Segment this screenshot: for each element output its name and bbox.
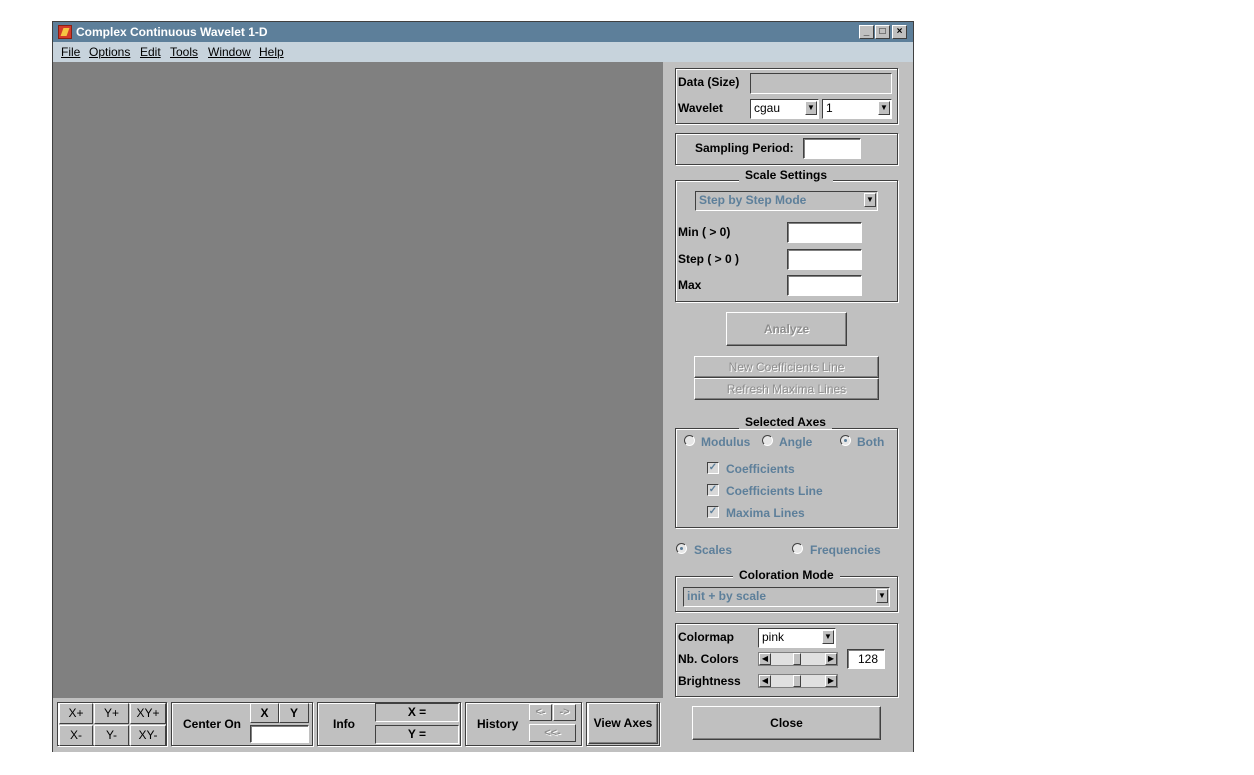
colormap-label: Colormap bbox=[678, 630, 735, 644]
bottom-toolbar: X+ Y+ XY+ X- Y- XY- Center On X Y Info X… bbox=[53, 698, 663, 752]
control-panel: Data (Size) Wavelet cgau ▼ 1 ▼ Sampling … bbox=[663, 62, 913, 752]
nb-colors-slider-thumb[interactable] bbox=[793, 653, 801, 665]
colormap-value: pink bbox=[762, 630, 785, 644]
scale-mode-select[interactable]: Step by Step Mode ▼ bbox=[695, 191, 878, 211]
nb-colors-slider[interactable]: ◀ ▶ bbox=[758, 652, 838, 666]
step-label: Step ( > 0 ) bbox=[678, 252, 740, 266]
zoom-y-minus-button[interactable]: Y- bbox=[94, 725, 129, 746]
radio-frequencies-label: Frequencies bbox=[810, 543, 881, 557]
wavelet-family-select[interactable]: cgau ▼ bbox=[750, 99, 819, 119]
coloration-select[interactable]: init + by scale ▼ bbox=[683, 587, 890, 607]
zoom-y-plus-button[interactable]: Y+ bbox=[94, 703, 129, 724]
wavelet-label: Wavelet bbox=[678, 101, 723, 115]
data-size-label: Data (Size) bbox=[678, 75, 740, 89]
axes-area[interactable] bbox=[53, 62, 663, 698]
chevron-down-icon: ▼ bbox=[864, 193, 876, 207]
sampling-period-field[interactable] bbox=[803, 138, 861, 159]
center-on-label: Center On bbox=[183, 717, 242, 731]
colormap-select[interactable]: pink ▼ bbox=[758, 628, 836, 648]
nb-colors-field[interactable]: 128 bbox=[847, 649, 885, 669]
radio-modulus[interactable] bbox=[684, 435, 695, 446]
arrow-right-icon[interactable]: ▶ bbox=[825, 675, 837, 687]
window-title: Complex Continuous Wavelet 1-D bbox=[76, 25, 268, 39]
history-first-button[interactable]: <<- bbox=[529, 724, 576, 742]
center-y-button[interactable]: Y bbox=[279, 703, 309, 723]
checkbox-coefficients-label: Coefficients bbox=[726, 462, 795, 476]
max-label: Max bbox=[678, 278, 702, 292]
checkbox-coefficients-line-label: Coefficients Line bbox=[726, 484, 823, 498]
radio-scales-label: Scales bbox=[694, 543, 733, 557]
center-value-field[interactable] bbox=[250, 725, 309, 743]
checkbox-coefficients-line[interactable]: ✓ bbox=[707, 484, 719, 496]
radio-modulus-label: Modulus bbox=[701, 435, 751, 449]
coloration-value: init + by scale bbox=[687, 589, 767, 603]
x-readout: X = bbox=[375, 703, 459, 722]
menu-window[interactable]: Window bbox=[208, 45, 251, 59]
chevron-down-icon: ▼ bbox=[822, 630, 834, 644]
analyze-button[interactable]: Analyze bbox=[726, 312, 847, 346]
history-back-button[interactable]: <- bbox=[529, 704, 552, 721]
center-x-button[interactable]: X bbox=[250, 703, 279, 723]
arrow-left-icon[interactable]: ◀ bbox=[759, 653, 771, 665]
close-button[interactable]: Close bbox=[692, 706, 881, 740]
nb-colors-label: Nb. Colors bbox=[678, 652, 739, 666]
data-size-field bbox=[750, 73, 892, 94]
arrow-right-icon[interactable]: ▶ bbox=[825, 653, 837, 665]
zoom-xy-minus-button[interactable]: XY- bbox=[130, 725, 166, 746]
menu-help[interactable]: Help bbox=[259, 45, 284, 59]
y-readout: Y = bbox=[375, 725, 459, 744]
info-label: Info bbox=[333, 717, 355, 731]
chevron-down-icon: ▼ bbox=[805, 101, 817, 115]
wavelet-family-value: cgau bbox=[754, 101, 781, 115]
coloration-title: Coloration Mode bbox=[733, 568, 840, 582]
maximize-icon[interactable]: □ bbox=[875, 25, 890, 39]
minimize-icon[interactable]: _ bbox=[859, 25, 874, 39]
brightness-slider-thumb[interactable] bbox=[793, 675, 801, 687]
menu-edit[interactable]: Edit bbox=[140, 45, 161, 59]
chevron-down-icon: ▼ bbox=[876, 589, 888, 603]
max-field[interactable] bbox=[787, 275, 862, 296]
menu-options[interactable]: Options bbox=[89, 45, 130, 59]
radio-angle-label: Angle bbox=[779, 435, 813, 449]
zoom-xy-plus-button[interactable]: XY+ bbox=[130, 703, 166, 724]
title-bar: Complex Continuous Wavelet 1-D _ □ × bbox=[53, 22, 913, 42]
wavelet-number-value: 1 bbox=[826, 101, 833, 115]
radio-frequencies[interactable] bbox=[792, 543, 803, 554]
scale-settings-title: Scale Settings bbox=[739, 168, 834, 182]
menu-bar: File Options Edit Tools Window Help bbox=[53, 42, 913, 62]
wavelet-number-select[interactable]: 1 ▼ bbox=[822, 99, 892, 119]
scale-mode-value: Step by Step Mode bbox=[699, 193, 807, 207]
step-field[interactable] bbox=[787, 249, 862, 270]
arrow-left-icon[interactable]: ◀ bbox=[759, 675, 771, 687]
checkbox-coefficients[interactable]: ✓ bbox=[707, 462, 719, 474]
history-label: History bbox=[477, 717, 519, 731]
zoom-x-minus-button[interactable]: X- bbox=[59, 725, 93, 746]
checkbox-maxima-lines[interactable]: ✓ bbox=[707, 506, 719, 518]
zoom-x-plus-button[interactable]: X+ bbox=[59, 703, 93, 724]
chevron-down-icon: ▼ bbox=[878, 101, 890, 115]
min-field[interactable] bbox=[787, 222, 862, 243]
sampling-period-label: Sampling Period: bbox=[695, 141, 794, 155]
checkbox-maxima-lines-label: Maxima Lines bbox=[726, 506, 805, 520]
history-forward-button[interactable]: -> bbox=[553, 704, 576, 721]
new-coefficients-line-button[interactable]: New Coefficients Line bbox=[694, 356, 879, 378]
menu-tools[interactable]: Tools bbox=[170, 45, 198, 59]
view-axes-button[interactable]: View Axes bbox=[588, 703, 658, 744]
close-icon[interactable]: × bbox=[892, 25, 907, 39]
radio-both[interactable] bbox=[840, 435, 851, 446]
radio-both-label: Both bbox=[857, 435, 885, 449]
selected-axes-title: Selected Axes bbox=[739, 415, 832, 429]
brightness-slider[interactable]: ◀ ▶ bbox=[758, 674, 838, 688]
matlab-icon bbox=[58, 25, 72, 39]
menu-file[interactable]: File bbox=[61, 45, 80, 59]
min-label: Min ( > 0) bbox=[678, 225, 731, 239]
brightness-label: Brightness bbox=[678, 674, 741, 688]
radio-scales[interactable] bbox=[676, 543, 687, 554]
radio-angle[interactable] bbox=[762, 435, 773, 446]
app-window: Complex Continuous Wavelet 1-D _ □ × Fil… bbox=[52, 21, 914, 752]
refresh-maxima-lines-button[interactable]: Refresh Maxima Lines bbox=[694, 378, 879, 400]
